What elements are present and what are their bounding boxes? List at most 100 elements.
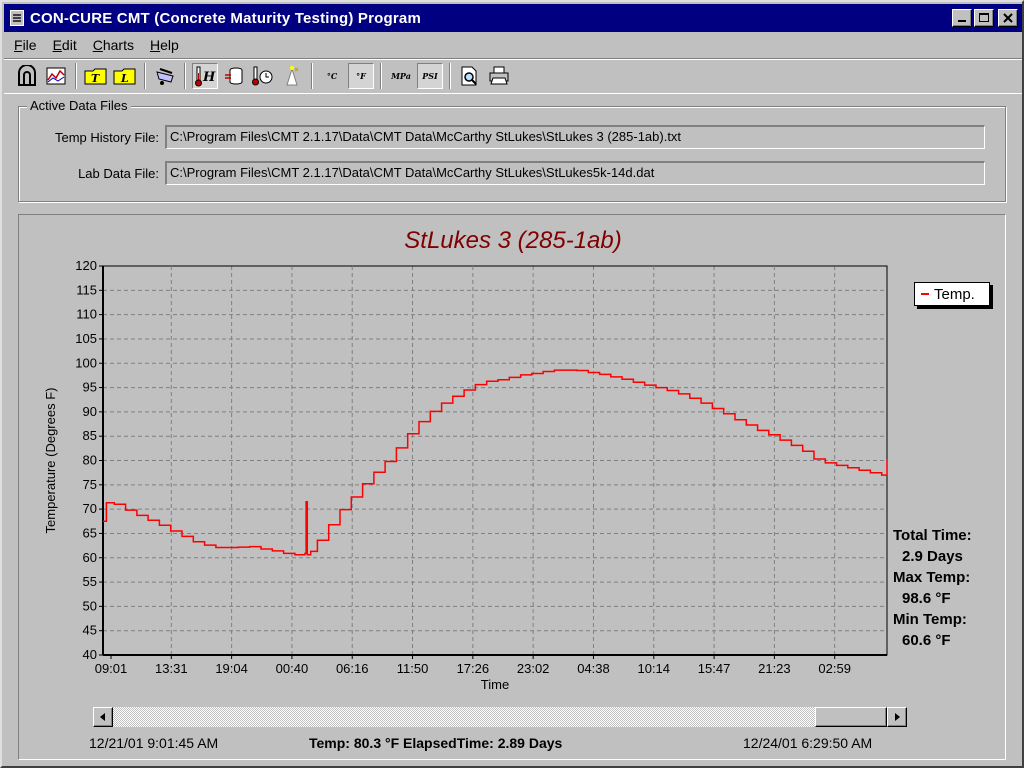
toolbar-maturity-button[interactable] [221, 63, 247, 89]
toolbar-psi-button[interactable]: PSI [417, 63, 443, 89]
x-tick-label: 21:23 [758, 661, 791, 676]
toolbar-separator [144, 63, 146, 89]
group-label: Active Data Files [27, 98, 131, 113]
x-tick-label: 19:04 [215, 661, 248, 676]
x-tick-label: 00:40 [276, 661, 309, 676]
time-scrollbar[interactable] [93, 707, 907, 727]
temp-history-row: Temp History File: C:\Program Files\CMT … [31, 125, 985, 149]
close-button[interactable] [998, 9, 1018, 27]
minimize-icon [958, 20, 966, 22]
maximize-icon [979, 13, 989, 22]
wizard-icon [286, 66, 299, 86]
max-temp-label: Max Temp: [893, 569, 971, 586]
total-time-label: Total Time: [893, 527, 972, 544]
svg-text:T: T [91, 72, 100, 85]
x-tick-label: 11:50 [397, 661, 429, 676]
toolbar-separator [449, 63, 451, 89]
toolbar-cure-button[interactable] [152, 63, 178, 89]
chart-legend: Temp. [914, 282, 990, 306]
y-tick-label: 50 [83, 598, 97, 613]
y-tick-label: 100 [75, 355, 97, 370]
toolbar-separator [380, 63, 382, 89]
y-tick-label: 110 [76, 307, 97, 322]
scroll-left-button[interactable] [93, 707, 113, 727]
folder-l-icon: L [113, 68, 136, 85]
x-tick-label: 02:59 [818, 661, 851, 676]
y-tick-label: 60 [83, 550, 97, 565]
temperature-chart[interactable]: 40 45 50 55 60 65 70 75 80 85 90 95 100 105 110 115 120 0… [19, 215, 1005, 705]
toolbar-time-button[interactable] [250, 63, 276, 89]
close-icon [1003, 13, 1013, 23]
toolbar-fahrenheit-button[interactable]: °F [348, 63, 374, 89]
y-tick-label: 80 [83, 453, 97, 468]
toolbar: T L H °C °F MPa PSI [4, 58, 1022, 94]
x-axis-label: Time [481, 677, 509, 692]
mixer-icon [156, 68, 174, 85]
lab-data-field[interactable]: C:\Program Files\CMT 2.1.17\Data\CMT Dat… [165, 161, 985, 185]
y-tick-label: 105 [75, 331, 97, 346]
menu-edit[interactable]: Edit [43, 37, 83, 53]
temp-history-label: Temp History File: [54, 129, 159, 145]
toolbar-open-temp-button[interactable]: T [83, 63, 109, 89]
thermometer-h-icon: H [195, 66, 216, 87]
scroll-track[interactable] [113, 707, 887, 727]
temp-history-field[interactable]: C:\Program Files\CMT 2.1.17\Data\CMT Dat… [165, 125, 985, 149]
x-tick-label: 09:01 [95, 661, 128, 676]
scroll-thumb[interactable] [815, 707, 887, 727]
svg-text:H: H [202, 70, 216, 85]
scroll-right-button[interactable] [887, 707, 907, 727]
y-tick-label: 75 [83, 477, 97, 492]
toolbar-temp-history-button[interactable]: H [192, 63, 218, 89]
legend-label: Temp. [934, 285, 975, 303]
legend-swatch [921, 293, 929, 295]
thermometer-clock-icon [252, 66, 273, 86]
active-data-files-group: Active Data Files Temp History File: C:\… [18, 98, 1006, 202]
print-preview-icon [461, 66, 477, 86]
app-window: CON-CURE CMT (Concrete Maturity Testing)… [0, 0, 1024, 768]
stats-panel: Total Time: 2.9 Days Max Temp: 98.6 °F M… [893, 525, 1005, 651]
y-tick-label: 55 [83, 574, 97, 589]
maximize-button[interactable] [974, 9, 994, 27]
x-tick-label: 23:02 [517, 661, 550, 676]
menu-file[interactable]: File [4, 37, 43, 53]
cursor-readout: Temp: 80.3 °F ElapsedTime: 2.89 Days [309, 735, 563, 751]
y-tick-label: 40 [83, 647, 97, 662]
y-axis-label: Temperature (Degrees F) [43, 388, 58, 534]
minimize-button[interactable] [952, 9, 972, 27]
window-title: CON-CURE CMT (Concrete Maturity Testing)… [30, 9, 422, 27]
menu-charts[interactable]: Charts [83, 37, 140, 53]
cylinder-icon [225, 67, 243, 85]
y-tick-label: 95 [83, 380, 97, 395]
lab-data-label: Lab Data File: [78, 165, 159, 181]
psi-label: PSI [422, 71, 438, 81]
sensor-icon [18, 65, 36, 86]
mpa-label: MPa [391, 71, 411, 81]
toolbar-celsius-button[interactable]: °C [319, 63, 345, 89]
x-tick-label: 06:16 [336, 661, 369, 676]
x-tick-label: 13:31 [155, 661, 188, 676]
y-tick-label: 65 [83, 525, 97, 540]
start-time: 12/21/01 9:01:45 AM [89, 735, 219, 751]
toolbar-wizard-button[interactable] [279, 63, 305, 89]
x-tick-label: 04:38 [577, 661, 610, 676]
toolbar-print-preview-button[interactable] [457, 63, 483, 89]
toolbar-mpa-button[interactable]: MPa [388, 63, 414, 89]
arrow-left-icon [100, 713, 105, 721]
title-bar[interactable]: CON-CURE CMT (Concrete Maturity Testing)… [4, 4, 1022, 32]
toolbar-chart-button[interactable] [43, 63, 69, 89]
app-icon[interactable] [10, 10, 24, 26]
lab-data-row: Lab Data File: C:\Program Files\CMT 2.1.… [31, 161, 985, 185]
toolbar-separator [311, 63, 313, 89]
y-tick-label: 90 [83, 404, 97, 419]
toolbar-sensor-button[interactable] [14, 63, 40, 89]
max-temp-value: 98.6 °F [902, 590, 951, 607]
toolbar-separator [75, 63, 77, 89]
x-tick-label: 10:14 [637, 661, 670, 676]
y-tick-label: 120 [75, 258, 97, 273]
menu-help[interactable]: Help [140, 37, 185, 53]
fahrenheit-label: °F [356, 71, 366, 81]
y-tick-label: 45 [83, 623, 97, 638]
toolbar-print-button[interactable] [486, 63, 512, 89]
end-time: 12/24/01 6:29:50 AM [743, 735, 873, 751]
toolbar-open-lab-button[interactable]: L [112, 63, 138, 89]
